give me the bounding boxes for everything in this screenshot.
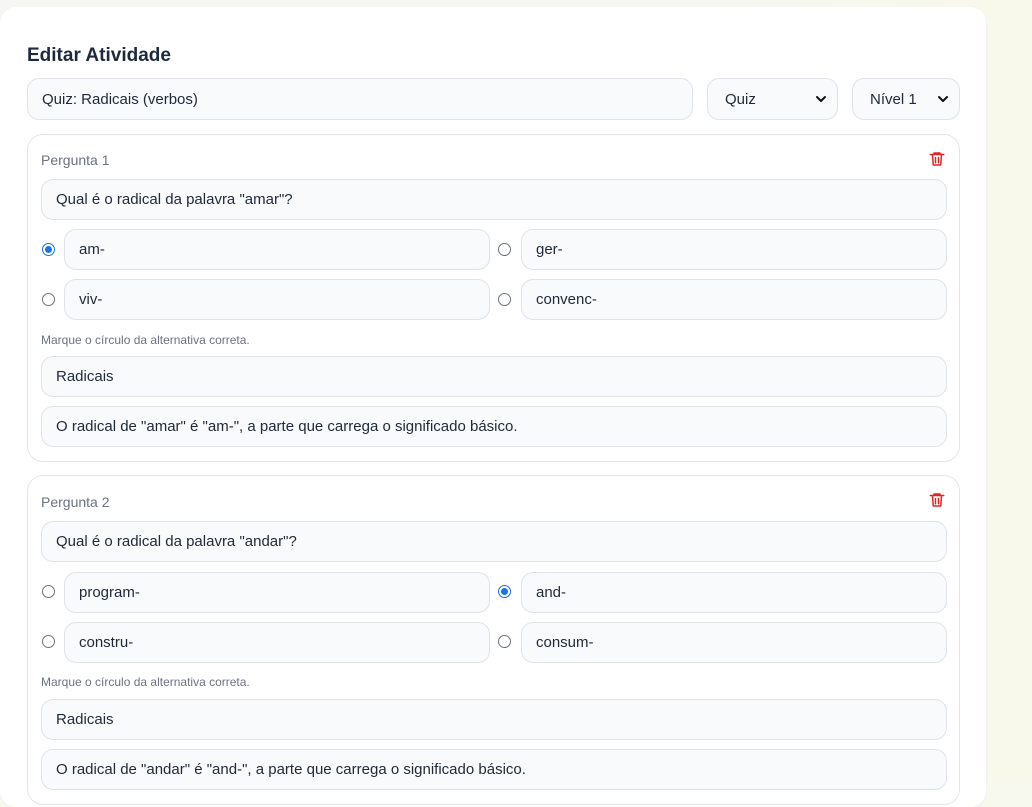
option-value: ger- [536, 241, 563, 258]
chevron-down-icon [816, 96, 826, 102]
activity-type-value: Quiz [725, 90, 756, 108]
option-radio[interactable] [42, 243, 55, 256]
option-radio[interactable] [498, 243, 511, 256]
option-input[interactable]: ger- [521, 229, 947, 270]
page-title: Editar Atividade [27, 45, 171, 66]
activity-name-input[interactable]: Quiz: Radicais (verbos) [27, 78, 693, 120]
option-value: program- [79, 584, 140, 601]
question-text-input[interactable]: Qual é o radical da palavra "andar"? [41, 521, 947, 562]
option-value: consum- [536, 634, 594, 651]
option-radio[interactable] [498, 635, 511, 648]
question-text-input[interactable]: Qual é o radical da palavra "amar"? [41, 179, 947, 220]
option-radio[interactable] [42, 635, 55, 648]
topic-input[interactable]: Radicais [41, 356, 947, 397]
option-input[interactable]: and- [521, 572, 947, 613]
option-input[interactable]: program- [64, 572, 490, 613]
option-value: convenc- [536, 291, 597, 308]
activity-type-select[interactable]: Quiz [707, 78, 838, 120]
explanation-value: O radical de "andar" é "and-", a parte q… [56, 761, 526, 778]
question-card: Pergunta 2 Qual é o radical da palavra "… [27, 475, 960, 805]
topic-value: Radicais [56, 711, 114, 728]
topic-value: Radicais [56, 368, 114, 385]
correct-answer-hint: Marque o círculo da alternativa correta. [41, 675, 250, 689]
question-card: Pergunta 1 Qual é o radical da palavra "… [27, 134, 960, 462]
option-radio[interactable] [42, 293, 55, 306]
option-value: and- [536, 584, 567, 601]
option-input[interactable]: constru- [64, 622, 490, 663]
option-input[interactable]: viv- [64, 279, 490, 320]
edit-activity-panel: Editar Atividade Quiz: Radicais (verbos)… [0, 7, 986, 807]
explanation-input[interactable]: O radical de "andar" é "and-", a parte q… [41, 749, 947, 790]
activity-level-value: Nível 1 [870, 90, 917, 108]
activity-level-select[interactable]: Nível 1 [852, 78, 960, 120]
question-label: Pergunta 2 [41, 494, 110, 510]
question-text-value: Qual é o radical da palavra "amar"? [56, 191, 293, 208]
explanation-value: O radical de "amar" é "am-", a parte que… [56, 418, 518, 435]
option-radio[interactable] [498, 293, 511, 306]
chevron-down-icon [938, 96, 948, 102]
option-value: viv- [79, 291, 103, 308]
option-radio[interactable] [498, 585, 511, 598]
trash-icon[interactable] [928, 150, 946, 168]
option-value: constru- [79, 634, 134, 651]
option-value: am- [79, 241, 105, 258]
option-input[interactable]: consum- [521, 622, 947, 663]
option-input[interactable]: convenc- [521, 279, 947, 320]
explanation-input[interactable]: O radical de "amar" é "am-", a parte que… [41, 406, 947, 447]
activity-name-value: Quiz: Radicais (verbos) [42, 90, 198, 108]
option-radio[interactable] [42, 585, 55, 598]
topic-input[interactable]: Radicais [41, 699, 947, 740]
option-input[interactable]: am- [64, 229, 490, 270]
correct-answer-hint: Marque o círculo da alternativa correta. [41, 333, 250, 347]
trash-icon[interactable] [928, 491, 946, 509]
question-text-value: Qual é o radical da palavra "andar"? [56, 533, 297, 550]
question-label: Pergunta 1 [41, 152, 110, 168]
